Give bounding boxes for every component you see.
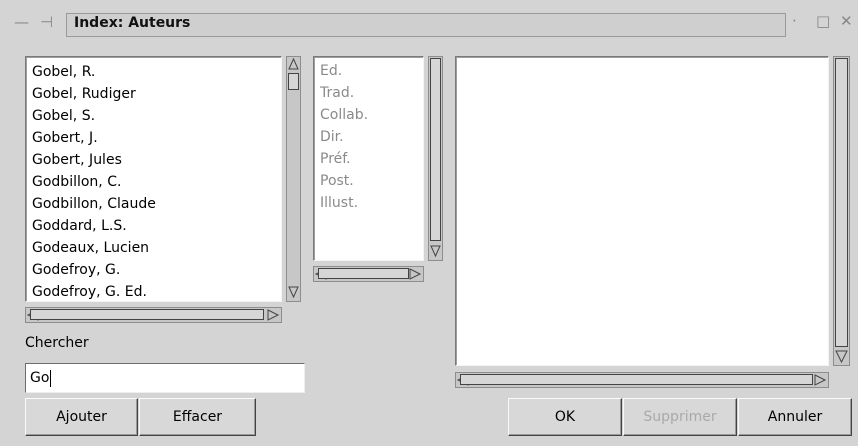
roles-hscrollbar[interactable] [313,266,424,282]
details-hscrollbar[interactable] [455,372,829,388]
maximize-icon[interactable]: □ [816,12,830,30]
window-menu-icon[interactable]: — [14,13,29,31]
scroll-right-arrow-icon [814,374,827,386]
authors-hscrollbar[interactable] [25,307,282,323]
scroll-thumb [318,268,409,279]
details-list[interactable] [455,56,829,366]
list-item[interactable]: Gobel, S. [32,105,95,127]
scroll-thumb [430,58,441,241]
close-icon[interactable]: ✕ [840,12,853,30]
delete-button: Supprimer [623,398,737,436]
roles-list[interactable]: Ed. Trad. Collab. Dir. Préf. Post. Illus… [313,56,424,261]
list-item[interactable]: Godbillon, C. [32,171,121,193]
list-item[interactable]: Illust. [320,192,358,214]
list-item[interactable]: Gobel, Rudiger [32,83,136,105]
search-value: Go [30,370,50,386]
search-label: Chercher [25,335,89,351]
roles-vscrollbar[interactable] [428,56,443,261]
authors-list[interactable]: Gobel, R. Gobel, Rudiger Gobel, S. Gober… [25,56,282,302]
list-item[interactable]: Préf. [320,148,351,170]
list-item[interactable]: Godefroy, G. Ed. [32,281,147,301]
scroll-thumb [460,374,813,385]
list-item[interactable]: Godefroy, G. [32,259,120,281]
list-item[interactable]: Gobert, Jules [32,149,122,171]
clear-button[interactable]: Effacer [139,398,256,436]
authors-vscrollbar[interactable] [286,56,301,302]
list-item[interactable]: Post. [320,170,354,192]
text-caret [50,369,52,387]
details-vscrollbar[interactable] [833,56,850,366]
scroll-right-arrow-icon [267,309,280,321]
list-item[interactable]: Dir. [320,126,344,148]
add-button[interactable]: Ajouter [25,398,138,436]
minimize-icon[interactable]: · [792,12,797,30]
list-item[interactable]: Gobel, R. [32,61,95,83]
list-item[interactable]: Collab. [320,104,368,126]
search-input[interactable]: Go [25,363,305,393]
list-item[interactable]: Trad. [320,82,354,104]
window-title: Index: Auteurs [74,15,191,31]
scroll-right-arrow-icon [409,268,422,280]
scroll-thumb [30,309,264,320]
scroll-thumb [835,58,848,347]
scroll-down-arrow-icon [835,350,848,364]
list-item[interactable]: Godbillon, Claude [32,193,156,215]
list-item[interactable]: Godeaux, Lucien [32,237,149,259]
list-item[interactable]: Gobert, J. [32,127,98,149]
scroll-up-arrow-icon [288,57,299,70]
cancel-button[interactable]: Annuler [738,398,852,436]
pin-icon[interactable]: ⊣ [40,13,53,31]
scroll-down-arrow-icon [288,286,299,299]
ok-button[interactable]: OK [508,398,622,436]
scroll-thumb [288,73,299,90]
scroll-down-arrow-icon [430,245,441,258]
list-item[interactable]: Goddard, L.S. [32,215,127,237]
list-item[interactable]: Ed. [320,60,342,82]
